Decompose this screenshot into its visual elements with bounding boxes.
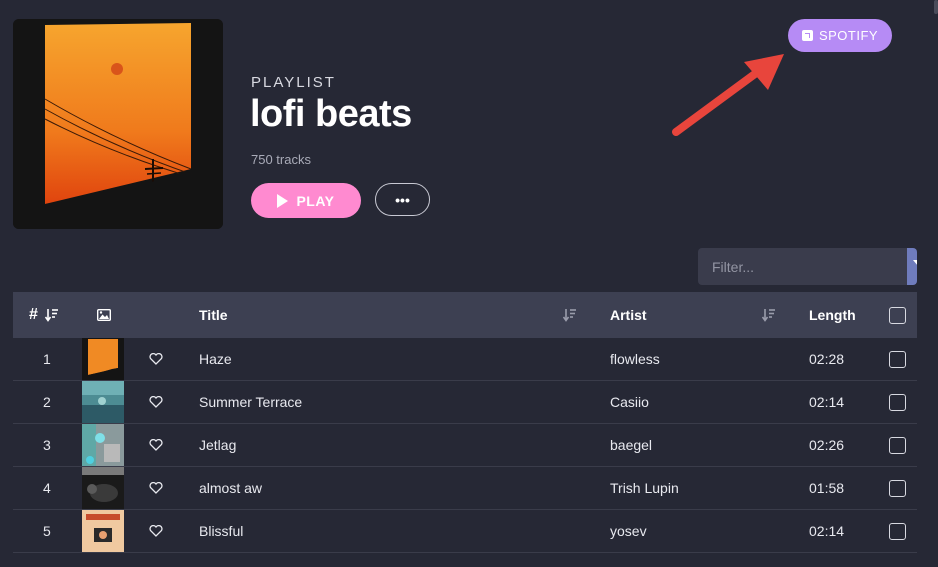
table-row[interactable]: 3 Jetlag baegel 02:26 <box>13 424 917 467</box>
playlist-cover-image <box>13 19 223 229</box>
track-artwork <box>82 467 124 509</box>
spotify-button-label: SPOTIFY <box>818 28 879 43</box>
like-cell <box>149 338 163 380</box>
column-artwork <box>97 292 111 338</box>
external-link-icon <box>801 30 813 41</box>
row-checkbox[interactable] <box>889 522 906 540</box>
checkbox-cell <box>889 510 906 552</box>
track-length: 02:26 <box>809 437 845 453</box>
heart-icon[interactable] <box>149 439 163 451</box>
filter-bar <box>698 248 917 285</box>
like-cell <box>149 381 163 423</box>
column-number[interactable]: # <box>29 292 59 338</box>
more-options-button[interactable]: ••• <box>375 183 430 216</box>
sort-desc-icon <box>44 309 58 322</box>
track-title: Summer Terrace <box>199 394 303 410</box>
select-all-checkbox-cell <box>889 292 906 338</box>
row-checkbox[interactable] <box>889 436 906 454</box>
column-title[interactable]: Title <box>199 292 228 338</box>
row-checkbox[interactable] <box>889 393 906 411</box>
filter-input[interactable] <box>698 248 907 285</box>
artist-sort-icon[interactable] <box>762 292 776 338</box>
select-all-checkbox[interactable] <box>889 306 906 324</box>
filter-button[interactable] <box>907 248 917 285</box>
like-cell <box>149 467 163 509</box>
play-button[interactable]: PLAY <box>251 183 361 218</box>
track-title: Jetlag <box>199 437 237 453</box>
track-title: Blissful <box>199 523 244 539</box>
spotify-button[interactable]: SPOTIFY <box>788 19 892 52</box>
checkbox-cell <box>889 467 906 509</box>
track-title: almost aw <box>199 480 263 496</box>
track-title: Haze <box>199 351 232 367</box>
scrollbar[interactable] <box>934 0 938 14</box>
checkbox-cell <box>889 424 906 466</box>
track-length: 01:58 <box>809 480 845 496</box>
track-artwork <box>82 510 124 552</box>
track-artist: flowless <box>610 351 660 367</box>
track-length: 02:14 <box>809 523 845 539</box>
tracks-table: # Title Artist Length 1 Haze flowless 02… <box>13 292 917 553</box>
checkbox-cell <box>889 338 906 380</box>
play-icon <box>277 193 289 208</box>
annotation-arrow-icon <box>672 54 784 136</box>
page-title: lofi beats <box>250 93 412 135</box>
checkbox-cell <box>889 381 906 423</box>
track-number: 1 <box>43 351 51 367</box>
sort-icon <box>563 309 576 322</box>
title-sort-icon[interactable] <box>563 292 577 338</box>
track-artist: Trish Lupin <box>610 480 679 496</box>
table-row[interactable]: 2 Summer Terrace Casiio 02:14 <box>13 381 917 424</box>
image-icon <box>97 309 111 321</box>
filter-icon <box>913 259 917 265</box>
row-checkbox[interactable] <box>889 350 906 368</box>
heart-icon[interactable] <box>149 525 163 537</box>
table-row[interactable]: 5 Blissful yosev 02:14 <box>13 510 917 553</box>
track-artist: yosev <box>610 523 647 539</box>
like-cell <box>149 510 163 552</box>
heart-icon[interactable] <box>149 482 163 494</box>
heart-icon[interactable] <box>149 396 163 408</box>
column-length[interactable]: Length <box>809 292 856 338</box>
track-artwork <box>82 381 124 423</box>
like-cell <box>149 424 163 466</box>
sort-icon <box>762 309 775 322</box>
playlist-type-label: PLAYLIST <box>251 74 336 91</box>
table-row[interactable]: 4 almost aw Trish Lupin 01:58 <box>13 467 917 510</box>
table-row[interactable]: 1 Haze flowless 02:28 <box>13 338 917 381</box>
track-number: 4 <box>43 480 51 496</box>
track-artwork <box>82 338 124 380</box>
track-artist: Casiio <box>610 394 649 410</box>
track-artist: baegel <box>610 437 653 453</box>
track-artwork <box>82 424 124 466</box>
track-number: 2 <box>43 394 51 410</box>
column-number-label: # <box>29 306 38 323</box>
table-header: # Title Artist Length <box>13 292 917 338</box>
track-length: 02:14 <box>809 394 845 410</box>
track-count: 750 tracks <box>251 152 311 167</box>
track-length: 02:28 <box>809 351 845 367</box>
track-number: 3 <box>43 437 51 453</box>
play-button-label: PLAY <box>296 192 335 209</box>
track-number: 5 <box>43 523 51 539</box>
row-checkbox[interactable] <box>889 479 906 497</box>
heart-icon[interactable] <box>149 353 163 365</box>
column-artist[interactable]: Artist <box>610 292 647 338</box>
